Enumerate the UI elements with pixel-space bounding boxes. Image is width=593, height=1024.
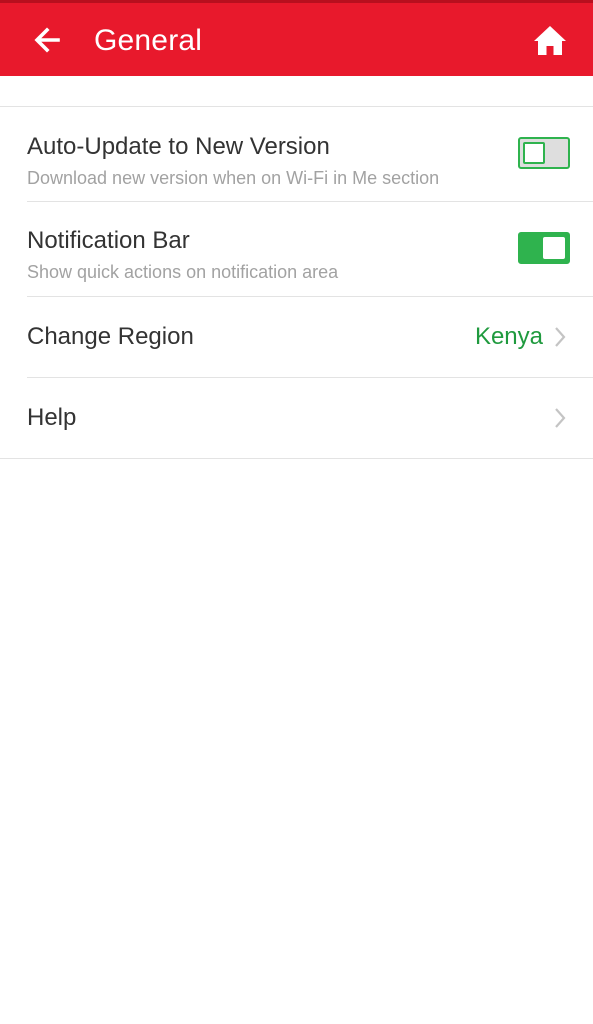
toggle-knob bbox=[523, 142, 545, 164]
notification-bar-title: Notification Bar bbox=[27, 227, 190, 254]
settings-screen: General Auto-Update to New Version Downl… bbox=[0, 0, 593, 1024]
notification-bar-setting[interactable]: Notification Bar Show quick actions on n… bbox=[0, 202, 593, 296]
app-bar: General bbox=[0, 0, 593, 76]
auto-update-toggle[interactable] bbox=[518, 137, 570, 169]
page-title: General bbox=[94, 24, 203, 57]
auto-update-subtitle: Download new version when on Wi-Fi in Me… bbox=[27, 168, 440, 188]
auto-update-setting[interactable]: Auto-Update to New Version Download new … bbox=[0, 107, 593, 201]
home-button[interactable] bbox=[531, 22, 569, 60]
notification-bar-subtitle: Show quick actions on notification area bbox=[27, 262, 339, 282]
help-setting[interactable]: Help bbox=[0, 378, 593, 458]
arrow-left-icon bbox=[34, 27, 60, 53]
help-title: Help bbox=[27, 404, 77, 431]
chevron-right-icon bbox=[548, 406, 572, 430]
toggle-knob bbox=[543, 237, 565, 259]
change-region-title: Change Region bbox=[27, 323, 194, 350]
bottom-divider bbox=[0, 458, 593, 459]
region-value: Kenya bbox=[474, 323, 543, 350]
home-icon bbox=[534, 26, 566, 55]
auto-update-title: Auto-Update to New Version bbox=[27, 133, 330, 160]
change-region-setting[interactable]: Change Region Kenya bbox=[0, 297, 593, 377]
back-button[interactable] bbox=[28, 21, 66, 59]
notification-bar-toggle[interactable] bbox=[518, 232, 570, 264]
chevron-right-icon bbox=[548, 325, 572, 349]
